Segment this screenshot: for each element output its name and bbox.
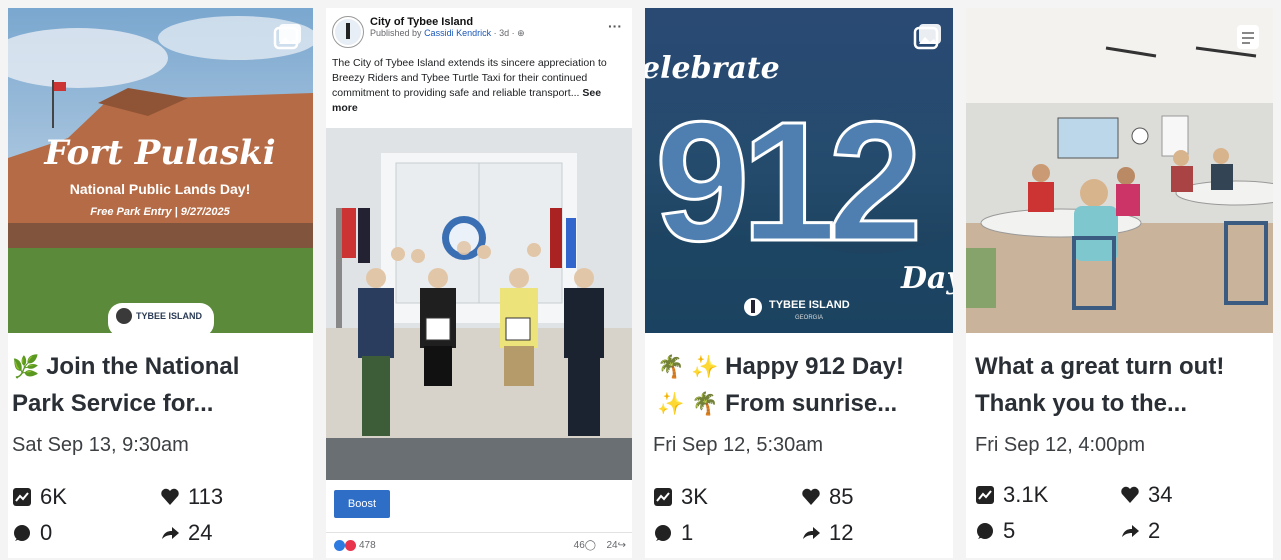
shares-stat: 12 bbox=[801, 520, 853, 546]
image-number: 912 bbox=[655, 87, 916, 277]
reactions-count[interactable]: 478 bbox=[334, 540, 376, 551]
share-icon bbox=[803, 527, 820, 539]
image-title: Fort Pulaski bbox=[43, 133, 275, 173]
page-name[interactable]: City of Tybee Island bbox=[370, 16, 525, 28]
comments-count[interactable]: 46◯ bbox=[574, 540, 596, 551]
share-icon bbox=[1122, 525, 1139, 537]
sparkle-emoji: ✨ bbox=[691, 354, 719, 379]
published-by: Published by Cassidi Kendrick · 3d · ⊕ bbox=[370, 28, 525, 38]
gallery-icon bbox=[273, 24, 301, 50]
document-icon bbox=[1237, 25, 1259, 49]
trend-icon bbox=[13, 488, 31, 506]
image-subtitle: National Public Lands Day! bbox=[70, 181, 250, 197]
views-stat: 3K bbox=[653, 484, 708, 510]
shares-stat: 2 bbox=[1120, 518, 1160, 544]
leaf-emoji: 🌿 bbox=[12, 354, 40, 379]
sparkle-emoji: ✨ bbox=[657, 391, 685, 416]
more-options-icon[interactable]: ··· bbox=[608, 18, 622, 34]
heart-icon bbox=[802, 488, 820, 505]
post-image: elebrate 912 Day TYBEE ISLAND GEORGIA bbox=[645, 8, 953, 333]
image-day: Day bbox=[900, 261, 953, 296]
logo-text: TYBEE ISLAND bbox=[136, 311, 203, 321]
palm-emoji: 🌴 bbox=[691, 391, 719, 416]
shares-stat: 24 bbox=[160, 520, 212, 546]
views-stat: 3.1K bbox=[975, 482, 1048, 508]
post-image bbox=[966, 8, 1273, 333]
image-detail: Free Park Entry | 9/27/2025 bbox=[90, 206, 230, 218]
post-date: Fri Sep 12, 4:00pm bbox=[975, 434, 1146, 456]
comment-icon bbox=[655, 525, 671, 541]
like-reaction-icon bbox=[334, 540, 345, 551]
post-card-turn-out[interactable]: What a great turn out! Thank you to the.… bbox=[966, 8, 1273, 558]
post-caption: 🌴 ✨ Happy 912 Day! ✨ 🌴 From sunrise... bbox=[657, 353, 904, 417]
shares-count[interactable]: 24↪ bbox=[606, 540, 626, 551]
post-date: Sat Sep 13, 9:30am bbox=[12, 434, 189, 456]
comment-icon: ◯ bbox=[584, 540, 596, 551]
post-card-912-day[interactable]: elebrate 912 Day TYBEE ISLAND GEORGIA 🌴 … bbox=[645, 8, 953, 558]
post-text: The City of Tybee Island extends its sin… bbox=[332, 57, 607, 114]
heart-icon bbox=[1121, 486, 1139, 503]
post-footer: 478 46◯ 24↪ bbox=[326, 532, 632, 559]
post-date: Fri Sep 12, 5:30am bbox=[653, 434, 824, 456]
comments-stat: 5 bbox=[975, 518, 1015, 544]
likes-stat: 85 bbox=[801, 484, 853, 510]
trend-icon bbox=[976, 486, 994, 504]
logo-text: TYBEE ISLAND bbox=[769, 299, 850, 311]
comments-stat: 0 bbox=[12, 520, 52, 546]
post-image: TYBEE ISLAND Fort Pulaski National Publi… bbox=[8, 8, 313, 333]
facebook-post[interactable]: City of Tybee Island Published by Cassid… bbox=[326, 8, 632, 558]
likes-stat: 113 bbox=[160, 484, 223, 510]
heart-icon bbox=[161, 488, 179, 505]
boost-button[interactable]: Boost bbox=[334, 490, 390, 518]
views-stat: 6K bbox=[12, 484, 67, 510]
palm-emoji: 🌴 bbox=[657, 354, 685, 379]
comment-icon bbox=[14, 525, 30, 541]
share-icon: ↪ bbox=[617, 540, 626, 551]
post-caption: What a great turn out! Thank you to the.… bbox=[975, 353, 1225, 417]
globe-icon: ⊕ bbox=[517, 28, 525, 38]
gallery-icon bbox=[913, 24, 941, 50]
comments-stat: 1 bbox=[653, 520, 693, 546]
love-reaction-icon bbox=[345, 540, 356, 551]
trend-icon bbox=[654, 488, 672, 506]
post-caption: 🌿 Join the National Park Service for... bbox=[12, 353, 240, 417]
post-photo[interactable] bbox=[326, 128, 632, 480]
share-icon bbox=[162, 527, 179, 539]
comment-icon bbox=[977, 523, 993, 539]
author-link[interactable]: Cassidi Kendrick bbox=[424, 28, 491, 38]
image-title: elebrate bbox=[645, 51, 780, 86]
likes-stat: 34 bbox=[1120, 482, 1172, 508]
page-avatar[interactable] bbox=[332, 16, 364, 48]
logo-sub: GEORGIA bbox=[795, 315, 823, 321]
post-card-fort-pulaski[interactable]: TYBEE ISLAND Fort Pulaski National Publi… bbox=[8, 8, 313, 558]
